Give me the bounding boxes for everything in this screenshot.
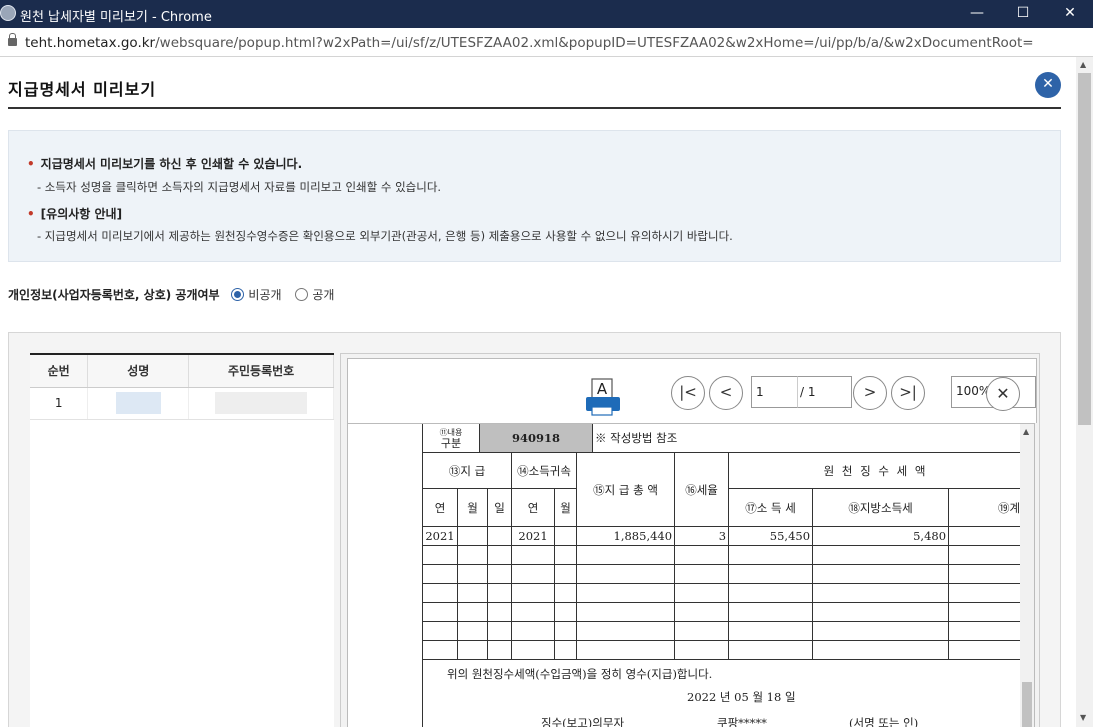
notice-heading-print: 지급명세서 미리보기를 하신 후 인쇄할 수 있습니다. — [27, 155, 302, 172]
doc-h-total: ⑮지 급 총 액 — [576, 452, 676, 527]
radio-private-label[interactable]: 비공개 — [248, 288, 281, 302]
notice-heading-caution: [유의사항 안내] — [27, 205, 122, 222]
doc-date: 2022 년 05 월 18 일 — [687, 690, 796, 704]
viewer-toolbar: A |< < 1 / 1 > >| 100% ✕ — [347, 358, 1037, 423]
row-no: 1 — [30, 387, 89, 420]
doc-h-attr-year: 연 — [511, 488, 556, 527]
url-path: /websquare/popup.html?w2xPath=/ui/sf/z/U… — [155, 35, 1034, 51]
doc-h-attr-month: 월 — [554, 488, 578, 527]
last-page-button[interactable]: >| — [891, 376, 925, 410]
content-box: 순번 성명 주민등록번호 1 A |< < 1 / 1 > >| 100% ✕ … — [8, 332, 1061, 727]
taxpayer-list: 순번 성명 주민등록번호 1 — [30, 353, 334, 727]
url-host: teht.hometax.go.kr — [25, 35, 156, 51]
page-scroll-up-icon[interactable]: ▲ — [1080, 60, 1086, 69]
doc-h-sum: ⑲계 — [948, 488, 1022, 527]
popup-content: 지급명세서 미리보기 ✕ 지급명세서 미리보기를 하신 후 인쇄할 수 있습니다… — [0, 57, 1076, 727]
window-close-button[interactable]: ✕ — [1047, 0, 1093, 28]
report-viewer: A |< < 1 / 1 > >| 100% ✕ ⑪내용 구분 940918 ※… — [340, 353, 1040, 727]
notice-desc-print: - 소득자 성명을 클릭하면 소득자의 지급명세서 자료를 미리보고 인쇄할 수… — [37, 180, 442, 194]
masked-name — [115, 392, 161, 414]
address-bar[interactable]: teht.hometax.go.kr/websquare/popup.html?… — [0, 28, 1093, 57]
masked-resident-no — [215, 392, 308, 414]
doc-category-cell: ⑪내용 구분 — [422, 424, 480, 453]
table-row[interactable]: 1 — [30, 387, 334, 420]
doc-pay-year: 2021 — [422, 526, 458, 546]
window-titlebar: 원천 납세자별 미리보기 - Chrome — ☐ ✕ — [0, 0, 1093, 28]
doc-category-label: 구분 — [440, 436, 462, 450]
minimize-button[interactable]: — — [954, 0, 1000, 28]
row-resident-no-masked — [188, 387, 334, 420]
next-page-button[interactable]: > — [853, 376, 887, 410]
page-scroll-thumb[interactable] — [1078, 73, 1091, 425]
doc-income-tax: 55,450 — [728, 526, 814, 546]
zoom-control[interactable]: 100% ✕ — [951, 376, 1036, 411]
privacy-option: 개인정보(사업자등록번호, 상호) 공개여부 비공개 공개 — [8, 286, 334, 303]
doc-local-tax: 5,480 — [812, 526, 950, 546]
popup-close-button[interactable]: ✕ — [1035, 72, 1061, 98]
col-resident-no: 주민등록번호 — [188, 355, 334, 388]
page-title: 지급명세서 미리보기 — [8, 80, 157, 99]
row-name-masked[interactable] — [87, 387, 190, 420]
print-icon[interactable]: A — [584, 377, 622, 417]
table-header: 순번 성명 주민등록번호 — [30, 355, 334, 388]
first-page-button[interactable]: |< — [671, 376, 705, 410]
col-no: 순번 — [30, 355, 89, 388]
col-name: 성명 — [87, 355, 190, 388]
radio-public-label[interactable]: 공개 — [312, 288, 334, 302]
chrome-icon — [0, 5, 16, 21]
doc-h-pay-month: 월 — [457, 488, 488, 527]
url-text[interactable]: teht.hometax.go.kr/websquare/popup.html?… — [25, 35, 1034, 51]
doc-h-income-tax: ⑰소 득 세 — [728, 488, 814, 527]
doc-h-local-tax: ⑱지방소득세 — [812, 488, 950, 527]
lock-icon — [8, 33, 17, 46]
doc-code: 940918 — [479, 424, 593, 453]
doc-receipt-text: 위의 원천징수세액(수입금액)을 정히 영수(지급)합니다. — [447, 667, 713, 681]
doc-h-withholding: 원 천 징 수 세 액 — [728, 452, 1022, 489]
maximize-button[interactable]: ☐ — [1000, 0, 1046, 28]
scroll-up-icon[interactable]: ▲ — [1023, 427, 1029, 436]
withholding-receipt: ⑪내용 구분 940918 ※ 작성방법 참조 ⑬지 급 ⑭소득귀속 ⑮지 급 … — [422, 424, 1022, 727]
document-area[interactable]: ⑪내용 구분 940918 ※ 작성방법 참조 ⑬지 급 ⑭소득귀속 ⑮지 급 … — [347, 423, 1035, 727]
zoom-close-button[interactable]: ✕ — [986, 377, 1020, 411]
page-total: / 1 — [797, 376, 852, 408]
window-title: 원천 납세자별 미리보기 - Chrome — [20, 10, 212, 25]
doc-sign-left: 징수(보고)의무자 — [541, 716, 625, 727]
doc-h-pay-year: 연 — [422, 488, 458, 527]
document-scroll-thumb[interactable] — [1022, 682, 1032, 727]
notice-desc-caution: - 지급명세서 미리보기에서 제공하는 원천징수영수증은 확인용으로 외부기관(… — [37, 229, 733, 243]
doc-sign-mid: 쿠팡***** — [717, 716, 767, 727]
notice-box: 지급명세서 미리보기를 하신 후 인쇄할 수 있습니다. - 소득자 성명을 클… — [8, 130, 1061, 262]
print-glyph: A — [597, 380, 608, 398]
doc-total-amount: 1,885,440 — [576, 526, 676, 546]
doc-rate: 3 — [674, 526, 730, 546]
doc-attr-year: 2021 — [511, 526, 556, 546]
doc-receipt-section: 위의 원천징수세액(수입금액)을 정히 영수(지급)합니다. 2022 년 05… — [422, 659, 1022, 727]
title-divider — [8, 107, 1061, 109]
radio-public[interactable] — [295, 288, 309, 301]
document-scrollbar[interactable]: ▲ — [1020, 424, 1034, 727]
doc-sign-right: (서명 또는 인) — [849, 716, 919, 727]
doc-h-rate: ⑯세율 — [674, 452, 730, 527]
doc-h-pay-day: 일 — [486, 488, 513, 527]
page-input[interactable]: 1 — [751, 376, 797, 408]
page-scroll-down-icon[interactable]: ▼ — [1080, 713, 1086, 722]
doc-h-pay: ⑬지 급 — [422, 452, 513, 489]
radio-private[interactable] — [231, 288, 245, 301]
page-scrollbar[interactable]: ▲ ▼ — [1076, 57, 1093, 727]
doc-data-row: 2021 2021 1,885,440 3 55,450 5,480 — [422, 526, 1022, 546]
doc-h-attr: ⑭소득귀속 — [511, 452, 578, 489]
prev-page-button[interactable]: < — [709, 376, 743, 410]
doc-note: ※ 작성방법 참조 — [595, 431, 678, 445]
privacy-label: 개인정보(사업자등록번호, 상호) 공개여부 — [8, 288, 220, 302]
